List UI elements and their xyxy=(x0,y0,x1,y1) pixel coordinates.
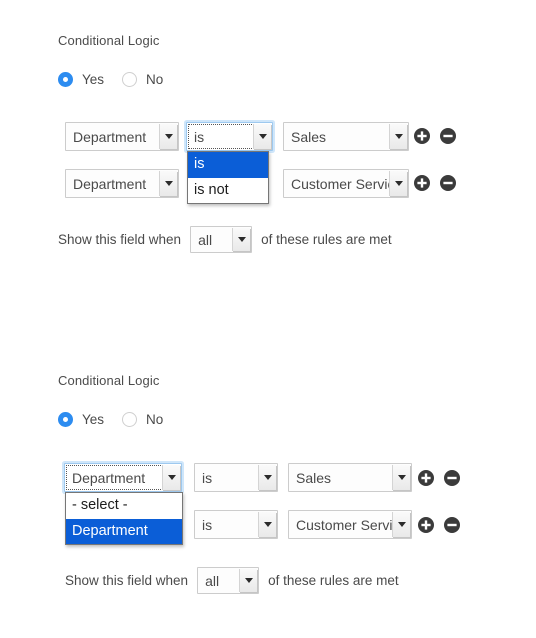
radio-no-label: No xyxy=(146,412,164,427)
add-rule-button-row-2[interactable] xyxy=(414,175,430,191)
radio-option-yes[interactable]: Yes xyxy=(58,72,104,87)
match-rule-sentence: Show this field when all of these rules … xyxy=(58,226,392,253)
chevron-down-icon[interactable] xyxy=(258,465,276,490)
remove-rule-button-row-1[interactable] xyxy=(444,470,460,486)
operator-dropdown-popup[interactable]: is is not xyxy=(187,151,269,204)
rule-value-select-row-2[interactable]: Customer Service xyxy=(288,510,412,539)
chevron-down-icon[interactable] xyxy=(392,465,410,490)
minus-circle-icon xyxy=(440,128,456,144)
rule-value-select-row-1[interactable]: Sales xyxy=(288,463,412,492)
plus-circle-icon xyxy=(418,470,434,486)
rule-field-select-row-1[interactable]: Department xyxy=(65,122,179,151)
add-rule-button-row-1[interactable] xyxy=(418,470,434,486)
radio-yes-label: Yes xyxy=(82,412,105,427)
rule-operator-select-row-1-value: is xyxy=(188,124,254,149)
dropdown-option-is-not[interactable]: is not xyxy=(188,177,268,203)
field-dropdown-popup[interactable]: - select - Department xyxy=(65,492,183,545)
chevron-down-icon[interactable] xyxy=(239,569,258,592)
radio-yes-indicator-icon[interactable] xyxy=(58,72,73,87)
radio-option-no[interactable]: No xyxy=(122,72,163,87)
match-sentence-prefix: Show this field when xyxy=(58,232,182,247)
match-sentence-prefix: Show this field when xyxy=(65,573,189,588)
match-type-select[interactable]: all xyxy=(190,226,253,253)
rule-field-select-row-1-value: Department xyxy=(66,465,163,490)
rule-value-select-row-1-value: Sales xyxy=(296,469,332,486)
dropdown-option-is[interactable]: is xyxy=(188,152,268,178)
match-rule-sentence: Show this field when all of these rules … xyxy=(65,567,399,594)
chevron-down-icon[interactable] xyxy=(162,465,180,490)
radio-no-indicator-icon[interactable] xyxy=(122,412,138,427)
plus-circle-icon xyxy=(414,128,430,144)
rule-field-select-row-1-value: Department xyxy=(73,128,147,145)
match-sentence-suffix: of these rules are met xyxy=(268,573,399,588)
minus-circle-icon xyxy=(440,175,456,191)
section-title: Conditional Logic xyxy=(58,373,160,388)
radio-no-indicator-icon[interactable] xyxy=(122,72,138,87)
chevron-down-icon[interactable] xyxy=(389,124,407,149)
radio-option-no[interactable]: No xyxy=(122,412,163,427)
add-rule-button-row-2[interactable] xyxy=(418,517,434,533)
remove-rule-button-row-2[interactable] xyxy=(444,517,460,533)
plus-circle-icon xyxy=(418,517,434,533)
rule-value-select-row-1-value: Sales xyxy=(291,128,327,145)
chevron-down-icon[interactable] xyxy=(159,124,177,149)
section-title: Conditional Logic xyxy=(58,33,160,48)
rule-operator-select-row-1-value: is xyxy=(202,469,213,486)
chevron-down-icon[interactable] xyxy=(258,512,276,537)
radio-no-label: No xyxy=(146,72,164,87)
minus-circle-icon xyxy=(444,517,460,533)
rule-value-select-row-2-value: Customer Service xyxy=(291,175,389,192)
chevron-down-icon[interactable] xyxy=(253,124,271,149)
rule-operator-select-row-1[interactable]: is xyxy=(194,463,278,492)
chevron-down-icon[interactable] xyxy=(232,228,251,251)
match-type-select-value: all xyxy=(198,231,213,248)
rule-field-select-row-2[interactable]: Department xyxy=(65,169,179,198)
radio-yes-label: Yes xyxy=(82,72,105,87)
chevron-down-icon[interactable] xyxy=(389,171,407,196)
rule-operator-select-row-1[interactable]: is xyxy=(186,122,273,151)
conditional-logic-radio-group: Yes No xyxy=(58,412,181,427)
match-type-select-value: all xyxy=(205,572,220,589)
rule-operator-select-row-2-value: is xyxy=(202,516,213,533)
rule-value-select-row-2-value: Customer Service xyxy=(296,516,392,533)
conditional-logic-radio-group: Yes No xyxy=(58,72,181,87)
radio-yes-indicator-icon[interactable] xyxy=(58,412,73,427)
radio-option-yes[interactable]: Yes xyxy=(58,412,104,427)
dropdown-option-select-placeholder[interactable]: - select - xyxy=(66,493,182,519)
rule-value-select-row-2[interactable]: Customer Service xyxy=(283,169,409,198)
remove-rule-button-row-2[interactable] xyxy=(440,175,456,191)
chevron-down-icon[interactable] xyxy=(392,512,410,537)
rule-operator-select-row-2[interactable]: is xyxy=(194,510,278,539)
rule-field-select-row-2-value: Department xyxy=(73,175,147,192)
match-sentence-suffix: of these rules are met xyxy=(261,232,392,247)
dropdown-option-department[interactable]: Department xyxy=(66,518,182,544)
add-rule-button-row-1[interactable] xyxy=(414,128,430,144)
chevron-down-icon[interactable] xyxy=(159,171,177,196)
rule-field-select-row-1[interactable]: Department xyxy=(64,463,182,492)
remove-rule-button-row-1[interactable] xyxy=(440,128,456,144)
rule-value-select-row-1[interactable]: Sales xyxy=(283,122,409,151)
match-type-select[interactable]: all xyxy=(197,567,260,594)
minus-circle-icon xyxy=(444,470,460,486)
plus-circle-icon xyxy=(414,175,430,191)
